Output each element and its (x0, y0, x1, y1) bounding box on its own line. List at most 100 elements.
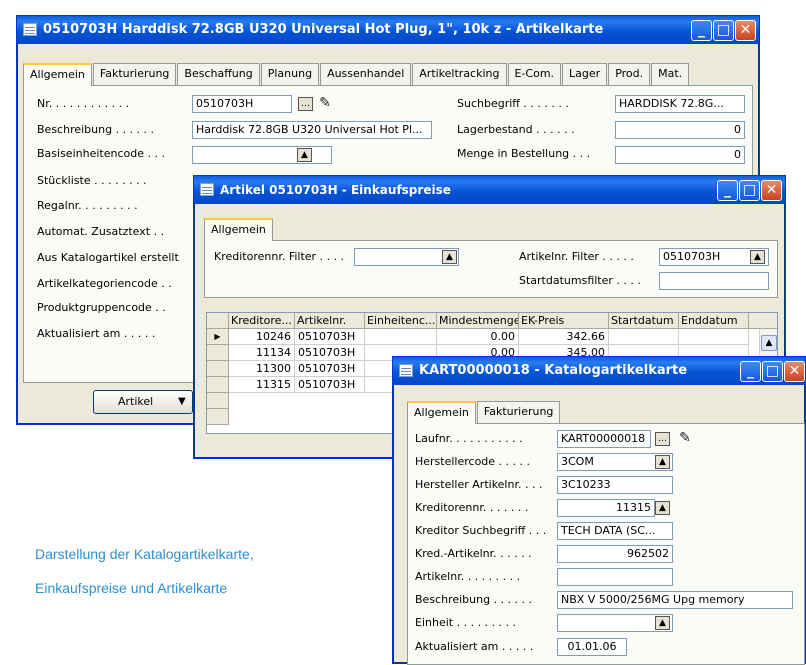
close-button[interactable]: ✕ (761, 180, 782, 201)
table-cell[interactable] (365, 329, 437, 345)
label-basiseinheitencode: Basiseinheitencode . . . (37, 147, 165, 160)
tab-lager[interactable]: Lager (562, 63, 608, 85)
label-aktualisiert-am: Aktualisiert am . . . . . (37, 327, 156, 340)
suchbegriff-field[interactable]: HARDDISK 72.8G... (615, 95, 745, 113)
startdatumsfilter-field[interactable] (659, 272, 769, 290)
row-selector[interactable] (207, 377, 229, 393)
row-selector[interactable] (207, 393, 229, 409)
pencil-icon[interactable]: ✎ (677, 430, 693, 446)
label-suchbegriff: Suchbegriff . . . . . . . (457, 97, 569, 110)
tab-allgemein[interactable]: Allgemein (23, 63, 92, 86)
table-cell[interactable]: 0510703H (295, 345, 365, 361)
table-cell[interactable]: 0510703H (295, 329, 365, 345)
menge-in-bestellung-field[interactable]: 0 (615, 146, 745, 164)
label-herstellercode: Herstellercode . . . . . (415, 455, 531, 468)
tab-aussenhandel[interactable]: Aussenhandel (320, 63, 412, 85)
table-cell[interactable]: 10246 (229, 329, 295, 345)
lookup-icon[interactable]: … (655, 432, 670, 446)
pencil-icon[interactable]: ✎ (317, 95, 333, 111)
artikelkarte-tabs: Allgemein Fakturierung Beschaffung Planu… (23, 63, 690, 86)
row-selector[interactable] (207, 361, 229, 377)
minimize-button[interactable]: _ (691, 20, 712, 41)
maximize-button[interactable]: □ (762, 361, 783, 382)
column-header[interactable]: Mindestmenge (437, 313, 519, 329)
nr-field[interactable]: 0510703H (192, 95, 292, 113)
row-selector[interactable] (207, 409, 229, 425)
katalogartikelkarte-tabs: Allgemein Fakturierung (407, 401, 561, 424)
label-einheit: Einheit . . . . . . . . . (415, 616, 517, 629)
minimize-button[interactable]: _ (717, 180, 738, 201)
label-beschreibung: Beschreibung . . . . . . (415, 593, 533, 606)
tab-fakturierung[interactable]: Fakturierung (92, 63, 177, 85)
table-cell[interactable]: 0510703H (295, 361, 365, 377)
close-button[interactable]: ✕ (784, 361, 805, 382)
dropdown-arrow-icon[interactable]: ▲ (655, 616, 670, 630)
label-produktgruppencode: Produktgruppencode . . (37, 301, 166, 314)
caption-line-1: Darstellung der Katalogartikelkarte, (35, 546, 254, 562)
dropdown-arrow-icon[interactable]: ▲ (750, 250, 765, 264)
katalogartikelkarte-titlebar[interactable]: KART00000018 - Katalogartikelkarte _ □ ✕ (393, 357, 805, 385)
kred-artikelnr-field[interactable]: 962502 (557, 545, 673, 563)
label-aktualisiert-am: Aktualisiert am . . . . . (415, 640, 534, 653)
tab-mat[interactable]: Mat. (651, 63, 690, 85)
maximize-button[interactable]: □ (713, 20, 734, 41)
label-menge-in-bestellung: Menge in Bestellung . . . (457, 147, 591, 160)
table-cell[interactable]: 11315 (229, 377, 295, 393)
column-header[interactable]: EK-Preis (519, 313, 609, 329)
aktualisiert-am-field[interactable]: 01.01.06 (557, 638, 627, 656)
dropdown-arrow-icon[interactable]: ▲ (297, 148, 312, 162)
close-button[interactable]: ✕ (735, 20, 756, 41)
tab-allgemein[interactable]: Allgemein (204, 218, 273, 241)
label-artikelkategoriencode: Artikelkategoriencode . . (37, 277, 172, 290)
maximize-button[interactable]: □ (739, 180, 760, 201)
dropdown-arrow-icon[interactable]: ▲ (442, 250, 457, 264)
row-selector-current[interactable]: ▶ (207, 329, 229, 345)
scroll-up-icon[interactable]: ▲ (761, 335, 777, 351)
beschreibung-field[interactable]: Harddisk 72.8GB U320 Universal Hot Pl... (192, 121, 432, 139)
artikel-menu-button-label: Artikel (118, 395, 154, 408)
artikelkarte-titlebar[interactable]: 0510703H Harddisk 72.8GB U320 Universal … (17, 16, 759, 44)
table-cell[interactable]: 342.66 (519, 329, 609, 345)
katalogartikelkarte-title: KART00000018 - Katalogartikelkarte (419, 363, 688, 378)
tab-planung[interactable]: Planung (260, 63, 320, 85)
table-cell[interactable] (679, 329, 749, 345)
row-selector[interactable] (207, 345, 229, 361)
tab-beschaffung[interactable]: Beschaffung (177, 63, 260, 85)
label-artikelnr-filter: Artikelnr. Filter . . . . . (519, 250, 634, 263)
column-header[interactable]: Enddatum (679, 313, 749, 329)
column-header[interactable]: Kreditore... (229, 313, 295, 329)
label-kreditorennr: Kreditorennr. . . . . . . (415, 501, 529, 514)
form-icon (399, 364, 413, 377)
column-header[interactable]: Startdatum (609, 313, 679, 329)
dropdown-arrow-icon[interactable]: ▲ (655, 455, 670, 469)
column-header[interactable]: Einheitenc... (365, 313, 437, 329)
artikel-menu-button[interactable]: Artikel ▼ (93, 390, 193, 414)
column-header[interactable]: Artikelnr. (295, 313, 365, 329)
label-kred-artikelnr: Kred.-Artikelnr. . . . . . (415, 547, 532, 560)
artikelnr-field[interactable] (557, 568, 673, 586)
table-cell[interactable]: 11300 (229, 361, 295, 377)
label-kreditor-suchbegriff: Kreditor Suchbegriff . . . (415, 524, 547, 537)
table-cell[interactable]: 0510703H (295, 377, 365, 393)
hersteller-artikelnr-field[interactable]: 3C10233 (557, 476, 673, 494)
table-cell[interactable]: 11134 (229, 345, 295, 361)
lagerbestand-field[interactable]: 0 (615, 121, 745, 139)
label-hersteller-artikelnr: Hersteller Artikelnr. . . . (415, 478, 543, 491)
beschreibung-field[interactable]: NBX V 5000/256MG Upg memory (557, 591, 793, 609)
minimize-button[interactable]: _ (740, 361, 761, 382)
tab-prod[interactable]: Prod. (608, 63, 651, 85)
label-beschreibung: Beschreibung . . . . . . (37, 123, 155, 136)
table-cell[interactable] (609, 329, 679, 345)
tab-fakturierung[interactable]: Fakturierung (476, 401, 561, 423)
katalogartikelkarte-window: KART00000018 - Katalogartikelkarte _ □ ✕… (392, 356, 806, 665)
einkaufspreise-titlebar[interactable]: Artikel 0510703H - Einkaufspreise _ □ ✕ (194, 176, 785, 204)
lookup-icon[interactable]: … (298, 97, 313, 111)
table-cell[interactable]: 0.00 (437, 329, 519, 345)
kreditor-suchbegriff-field[interactable]: TECH DATA (SC... (557, 522, 673, 540)
tab-artikeltracking[interactable]: Artikeltracking (412, 63, 507, 85)
dropdown-arrow-icon[interactable]: ▲ (655, 501, 670, 515)
tab-allgemein[interactable]: Allgemein (407, 401, 476, 424)
kreditorennr-field[interactable]: 11315 (557, 499, 655, 517)
tab-ecom[interactable]: E-Com. (507, 63, 562, 85)
laufnr-field[interactable]: KART00000018 (557, 430, 651, 448)
